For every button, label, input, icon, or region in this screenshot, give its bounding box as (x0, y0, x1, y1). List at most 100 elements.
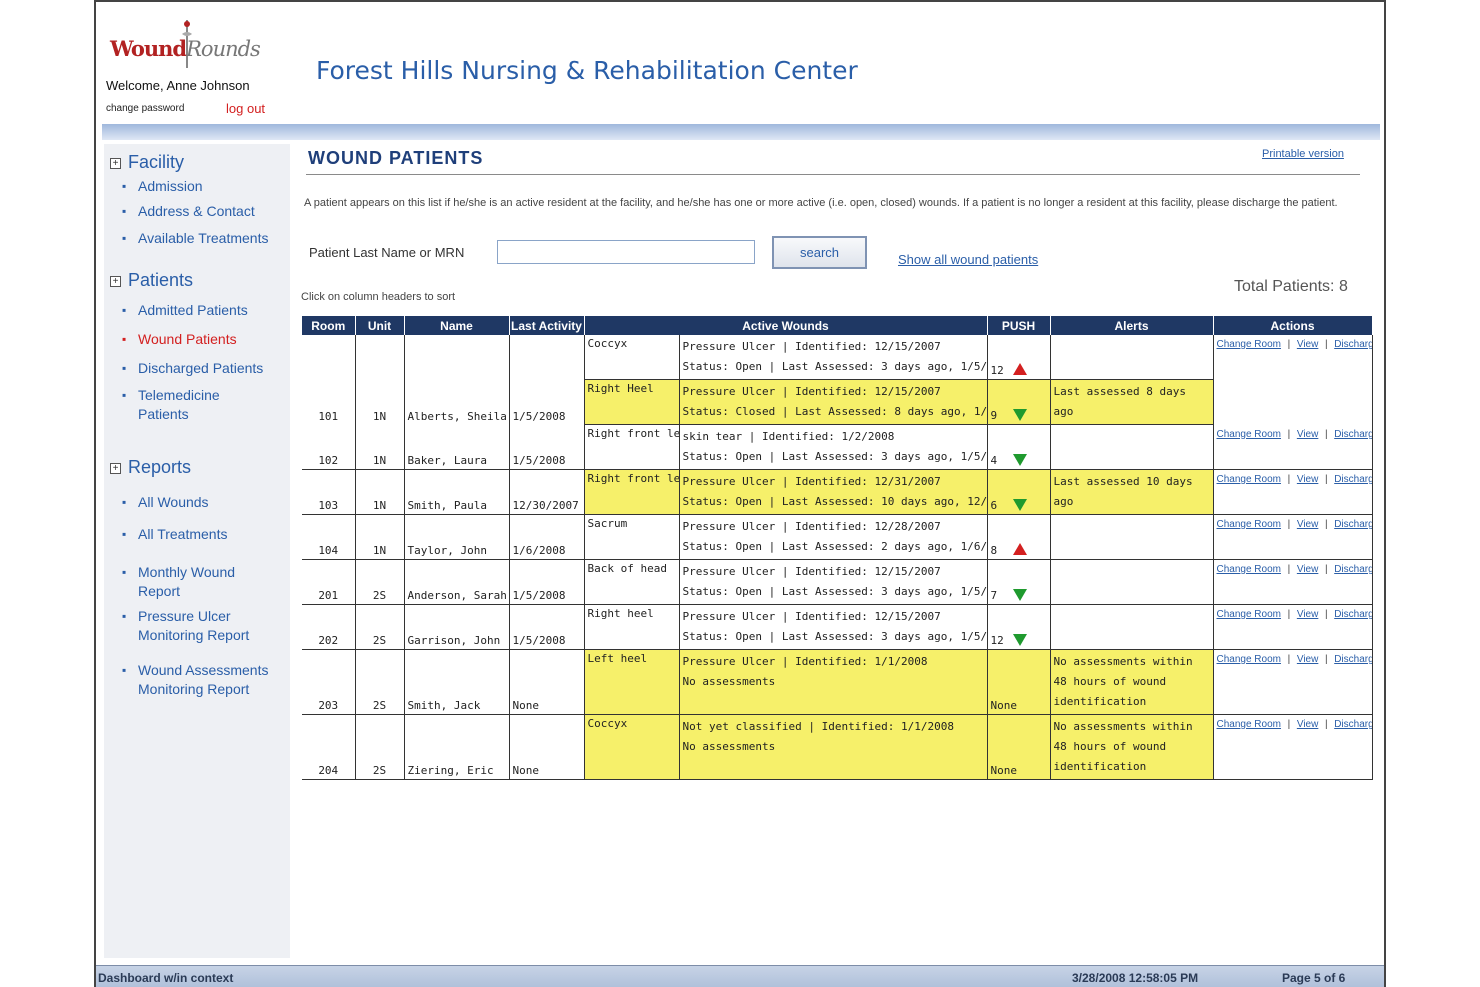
push-score: None (990, 699, 1018, 712)
sidebar-item-all-wounds[interactable]: ▪ All Wounds (122, 493, 288, 512)
cell-last-activity: 1/5/2008 (509, 559, 585, 605)
view-link[interactable]: View (1297, 609, 1319, 620)
app-logo[interactable]: WoundRounds (110, 20, 261, 76)
sidebar-item-pressure-ulcer-report[interactable]: ▪ Pressure Ulcer Monitoring Report (122, 607, 268, 645)
change-room-link[interactable]: Change Room (1217, 564, 1281, 575)
column-header-name[interactable]: Name (404, 316, 510, 335)
status-datetime: 3/28/2008 12:58:05 PM (1072, 971, 1199, 985)
cell-wound-detail[interactable]: Pressure Ulcer | Identified: 1/1/2008 No … (679, 649, 988, 715)
wound-status-line: Status: Open | Last Assessed: 2 days ago… (682, 540, 987, 553)
wound-type-line: skin tear | Identified: 1/2/2008 (682, 430, 895, 443)
bullet-icon: ▪ (122, 609, 127, 623)
sidebar-item-wound-assessments-report[interactable]: ▪ Wound Assessments Monitoring Report (122, 661, 278, 699)
sidebar-item-telemedicine-patients[interactable]: ▪ Telemedicine Patients (122, 386, 238, 424)
cell-wound-detail[interactable]: Pressure Ulcer | Identified: 12/15/2007 S… (679, 379, 988, 425)
table-body: 101 1N Alberts, Sheila 1/5/2008 Coccyx Pressu… (302, 335, 1373, 780)
cell-wound-detail[interactable]: Pressure Ulcer | Identified: 12/15/2007 S… (679, 604, 988, 650)
wound-type-line: Pressure Ulcer | Identified: 12/28/2007 (682, 520, 941, 533)
cell-unit: 1N (355, 469, 405, 515)
trend-down-icon (1012, 499, 1027, 511)
sidebar-item-available-treatments[interactable]: ▪ Available Treatments (122, 229, 288, 248)
cell-alert: No assessments within 48 hours of wound … (1050, 714, 1214, 780)
cell-room: 202 (302, 604, 356, 650)
wound-status-line: Status: Open | Last Assessed: 3 days ago… (682, 450, 987, 463)
column-header-push[interactable]: PUSH (987, 316, 1051, 335)
column-header-alerts[interactable]: Alerts (1050, 316, 1214, 335)
expand-icon[interactable]: + (110, 463, 121, 474)
column-header-active-wounds[interactable]: Active Wounds (584, 316, 988, 335)
search-input[interactable] (497, 240, 755, 264)
column-header-unit[interactable]: Unit (355, 316, 405, 335)
cell-wound-detail[interactable]: Pressure Ulcer | Identified: 12/15/2007 S… (679, 335, 988, 380)
cell-name: Garrison, John (404, 604, 510, 650)
column-header-last-activity[interactable]: Last Activity (509, 316, 585, 335)
cell-name: Taylor, John (404, 514, 510, 560)
cell-wound-detail[interactable]: Pressure Ulcer | Identified: 12/28/2007 S… (679, 514, 988, 560)
sidebar-item-admitted-patients[interactable]: ▪ Admitted Patients (122, 301, 288, 320)
expand-icon[interactable]: + (110, 276, 121, 287)
bullet-icon: ▪ (122, 231, 127, 245)
search-button[interactable]: search (772, 236, 867, 269)
cell-unit: 1N (355, 335, 405, 425)
change-password-link[interactable]: change password (106, 103, 184, 114)
sidebar-section-reports[interactable]: + Reports (110, 457, 191, 478)
cell-push: None (987, 649, 1051, 715)
wound-type-line: Pressure Ulcer | Identified: 12/15/2007 (682, 610, 941, 623)
discharge-link[interactable]: Discharge (1334, 654, 1371, 665)
expand-icon[interactable]: + (110, 158, 121, 169)
change-room-link[interactable]: Change Room (1217, 474, 1281, 485)
trend-down-icon (1012, 589, 1027, 601)
cell-alert (1050, 514, 1214, 560)
cell-wound-location: Right Heel (584, 379, 680, 425)
push-score: 4 (990, 454, 998, 467)
discharge-link[interactable]: Discharge (1334, 339, 1371, 350)
discharge-link[interactable]: Discharge (1334, 474, 1371, 485)
logo-wordmark: WoundRounds (110, 36, 261, 61)
sidebar-item-address-contact[interactable]: ▪ Address & Contact (122, 202, 288, 221)
column-header-actions[interactable]: Actions (1213, 316, 1373, 335)
change-room-link[interactable]: Change Room (1217, 429, 1281, 440)
sidebar-item-monthly-wound-report[interactable]: ▪ Monthly Wound Report (122, 563, 248, 601)
change-room-link[interactable]: Change Room (1217, 609, 1281, 620)
bullet-icon: ▪ (122, 179, 127, 193)
view-link[interactable]: View (1297, 654, 1319, 665)
view-link[interactable]: View (1297, 339, 1319, 350)
notice-text: A patient appears on this list if he/she… (304, 197, 1338, 209)
table-row: 102 1N Baker, Laura 1/5/2008 Right front leg… (302, 424, 1373, 470)
push-score: None (990, 764, 1018, 777)
sidebar-item-wound-patients[interactable]: ▪ Wound Patients (122, 330, 288, 349)
cell-wound-detail[interactable]: Pressure Ulcer | Identified: 12/15/2007 S… (679, 559, 988, 605)
discharge-link[interactable]: Discharge (1334, 519, 1371, 530)
show-all-link[interactable]: Show all wound patients (898, 252, 1038, 267)
discharge-link[interactable]: Discharge (1334, 429, 1371, 440)
discharge-link[interactable]: Discharge (1334, 564, 1371, 575)
view-link[interactable]: View (1297, 474, 1319, 485)
change-room-link[interactable]: Change Room (1217, 339, 1281, 350)
sidebar-section-patients[interactable]: + Patients (110, 270, 193, 291)
cell-wound-detail[interactable]: Not yet classified | Identified: 1/1/200… (679, 714, 988, 780)
change-room-link[interactable]: Change Room (1217, 519, 1281, 530)
view-link[interactable]: View (1297, 564, 1319, 575)
change-room-link[interactable]: Change Room (1217, 719, 1281, 730)
bullet-icon: ▪ (122, 565, 127, 579)
sidebar: + Facility ▪ Admission ▪ Address & Contact … (104, 144, 290, 958)
sidebar-section-facility[interactable]: + Facility (110, 152, 184, 173)
sidebar-item-all-treatments[interactable]: ▪ All Treatments (122, 525, 288, 544)
logout-link[interactable]: log out (226, 101, 265, 116)
view-link[interactable]: View (1297, 719, 1319, 730)
discharge-link[interactable]: Discharge (1334, 719, 1371, 730)
cell-wound-detail[interactable]: Pressure Ulcer | Identified: 12/31/2007 S… (679, 469, 988, 515)
table-row: 204 2S Ziering, Eric None Coccyx Not yet clas… (302, 714, 1373, 780)
change-room-link[interactable]: Change Room (1217, 654, 1281, 665)
column-header-room[interactable]: Room (302, 316, 356, 335)
cell-wound-detail[interactable]: skin tear | Identified: 1/2/2008 Status: … (679, 424, 988, 470)
sidebar-item-admission[interactable]: ▪ Admission (122, 177, 288, 196)
view-link[interactable]: View (1297, 429, 1319, 440)
view-link[interactable]: View (1297, 519, 1319, 530)
title-divider (306, 174, 1360, 175)
discharge-link[interactable]: Discharge (1334, 609, 1371, 620)
welcome-text: Welcome, Anne Johnson (106, 78, 250, 93)
printable-version-link[interactable]: Printable version (1262, 148, 1344, 160)
sidebar-item-discharged-patients[interactable]: ▪ Discharged Patients (122, 359, 288, 378)
cell-room: 203 (302, 649, 356, 715)
